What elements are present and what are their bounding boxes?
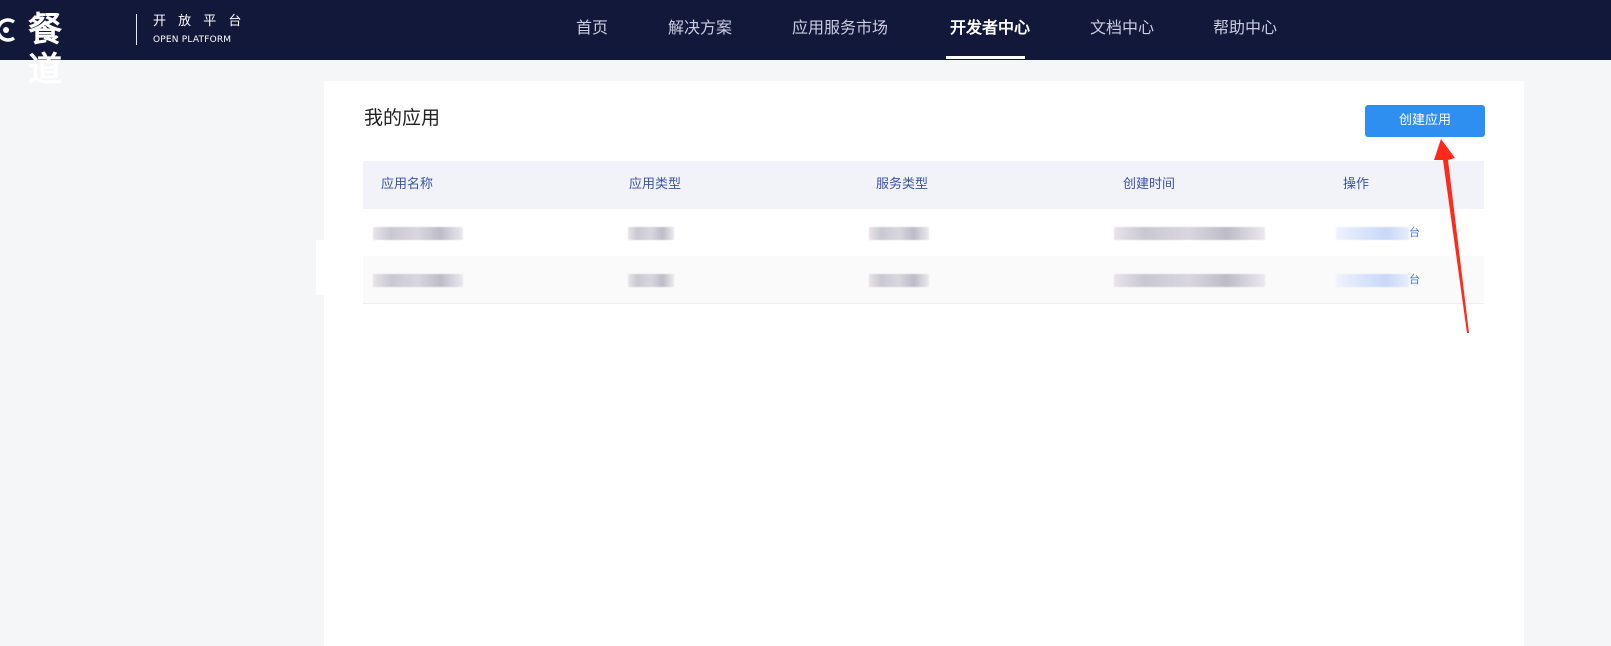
app-type-cell: [628, 227, 674, 240]
logo-mark-icon: [0, 18, 16, 42]
logo-text: 餐道: [28, 10, 64, 90]
column-header-created-time: 创建时间: [1123, 177, 1176, 192]
column-header-actions: 操作: [1343, 177, 1370, 192]
action-link[interactable]: [1336, 274, 1409, 287]
table-row[interactable]: 台: [363, 209, 1484, 256]
table-row[interactable]: 台: [363, 256, 1484, 304]
app-type-cell: [628, 274, 674, 287]
column-header-app-name: 应用名称: [381, 177, 434, 192]
nav-item-home[interactable]: 首页: [576, 0, 608, 60]
service-type-cell: [869, 274, 929, 287]
created-time-cell: [1114, 274, 1265, 287]
nav-item-solutions[interactable]: 解决方案: [668, 0, 732, 60]
app-name-cell: [373, 227, 463, 240]
nav-item-app-market[interactable]: 应用服务市场: [792, 0, 888, 60]
apps-table: 应用名称 应用类型 服务类型 创建时间 操作 台 台: [363, 161, 1484, 304]
create-app-button[interactable]: 创建应用: [1365, 105, 1485, 137]
app-name-cell: [373, 274, 463, 287]
platform-subtitle: OPEN PLATFORM: [153, 35, 232, 45]
nav-item-docs-center[interactable]: 文档中心: [1090, 0, 1154, 60]
nav-item-developer-center[interactable]: 开发者中心: [950, 0, 1030, 60]
action-link-text[interactable]: 台: [1409, 225, 1420, 241]
page-title: 我的应用: [364, 107, 441, 129]
my-apps-panel: 我的应用 创建应用 应用名称 应用类型 服务类型 创建时间 操作 台 台: [324, 81, 1524, 646]
service-type-cell: [869, 227, 929, 240]
top-navigation-bar: 餐道 开 放 平 台 OPEN PLATFORM 首页 解决方案 应用服务市场 …: [0, 0, 1611, 90]
created-time-cell: [1114, 227, 1265, 240]
action-link[interactable]: [1336, 227, 1409, 240]
platform-title: 开 放 平 台: [153, 14, 246, 29]
column-header-service-type: 服务类型: [876, 177, 929, 192]
action-link-text[interactable]: 台: [1409, 272, 1420, 288]
column-header-app-type: 应用类型: [629, 177, 682, 192]
logo-divider: [136, 14, 137, 45]
active-nav-indicator: [946, 56, 1025, 59]
nav-item-help-center[interactable]: 帮助中心: [1213, 0, 1277, 60]
table-header: 应用名称 应用类型 服务类型 创建时间 操作: [363, 161, 1484, 209]
